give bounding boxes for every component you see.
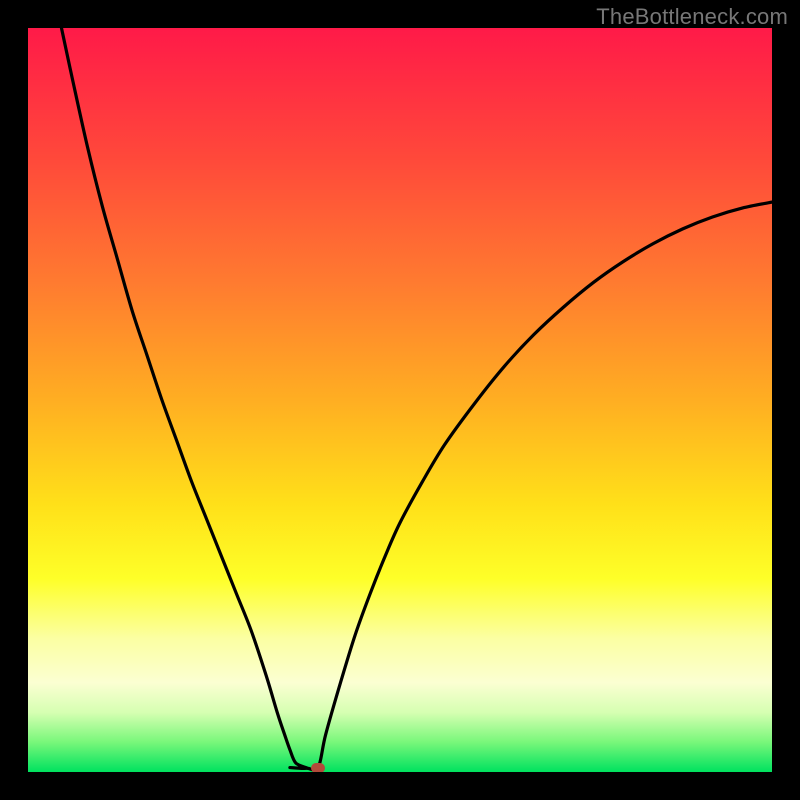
minimum-marker bbox=[311, 763, 325, 772]
curve-path bbox=[61, 28, 772, 770]
bottleneck-curve bbox=[28, 28, 772, 772]
chart-frame: TheBottleneck.com bbox=[0, 0, 800, 800]
watermark-text: TheBottleneck.com bbox=[596, 4, 788, 30]
plot-area bbox=[28, 28, 772, 772]
